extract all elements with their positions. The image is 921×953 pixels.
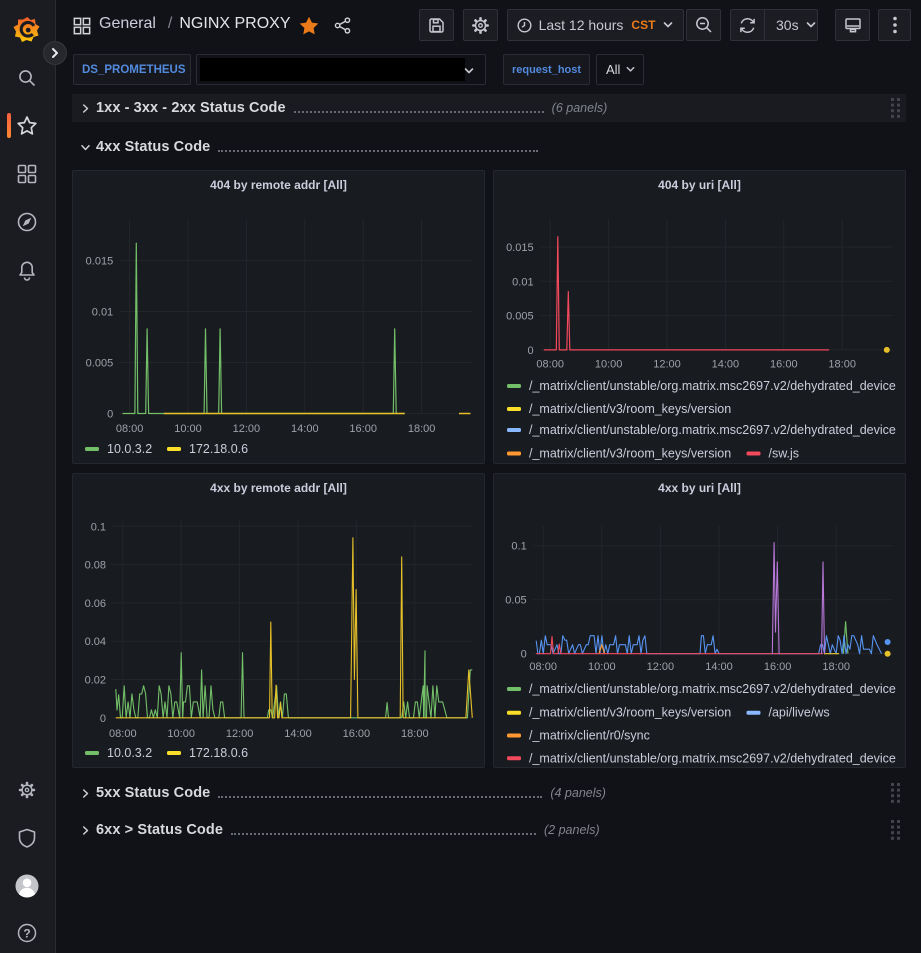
svg-text:172.18.0.6: 172.18.0.6	[189, 442, 248, 456]
svg-text:18:00: 18:00	[408, 423, 436, 435]
svg-text:0: 0	[521, 649, 527, 661]
svg-text:14:00: 14:00	[712, 359, 740, 371]
svg-text:0: 0	[100, 713, 106, 725]
svg-text:/_matrix/client/v3/room_keys/v: /_matrix/client/v3/room_keys/version	[529, 706, 731, 720]
svg-text:/_matrix/client/unstable/org.m: /_matrix/client/unstable/org.matrix.msc2…	[529, 682, 896, 696]
svg-text:/sw.js: /sw.js	[769, 447, 800, 461]
svg-text:0.015: 0.015	[506, 242, 534, 254]
svg-text:14:00: 14:00	[291, 423, 319, 435]
svg-text:172.18.0.6: 172.18.0.6	[189, 746, 248, 760]
svg-text:/api/live/ws: /api/live/ws	[769, 706, 830, 720]
svg-text:0.05: 0.05	[505, 595, 526, 607]
svg-text:10.0.3.2: 10.0.3.2	[107, 746, 152, 760]
svg-text:10:00: 10:00	[174, 423, 202, 435]
svg-text:0.08: 0.08	[85, 560, 106, 572]
svg-text:0.04: 0.04	[85, 636, 106, 648]
svg-text:0.06: 0.06	[85, 598, 106, 610]
svg-text:10.0.3.2: 10.0.3.2	[107, 442, 152, 456]
svg-text:0.005: 0.005	[506, 311, 534, 323]
svg-text:0: 0	[527, 345, 533, 357]
svg-text:10:00: 10:00	[595, 359, 623, 371]
svg-text:18:00: 18:00	[401, 728, 429, 740]
svg-text:12:00: 12:00	[233, 423, 261, 435]
svg-text:10:00: 10:00	[588, 661, 616, 673]
svg-text:0.01: 0.01	[512, 276, 533, 288]
svg-text:12:00: 12:00	[653, 359, 681, 371]
svg-text:08:00: 08:00	[109, 728, 137, 740]
svg-text:0.1: 0.1	[91, 521, 106, 533]
svg-text:08:00: 08:00	[536, 359, 564, 371]
svg-text:14:00: 14:00	[705, 661, 733, 673]
svg-text:/_matrix/client/v3/room_keys/v: /_matrix/client/v3/room_keys/version	[529, 402, 731, 416]
svg-text:10:00: 10:00	[167, 728, 195, 740]
svg-text:0.01: 0.01	[92, 307, 113, 319]
svg-text:16:00: 16:00	[349, 423, 377, 435]
svg-text:16:00: 16:00	[343, 728, 371, 740]
svg-text:18:00: 18:00	[828, 359, 856, 371]
svg-text:?: ?	[23, 927, 30, 941]
svg-text:14:00: 14:00	[284, 728, 312, 740]
svg-text:/_matrix/client/unstable/org.m: /_matrix/client/unstable/org.matrix.msc2…	[529, 751, 896, 765]
svg-text:12:00: 12:00	[647, 661, 675, 673]
svg-text:16:00: 16:00	[770, 359, 798, 371]
svg-text:/_matrix/client/v3/room_keys/v: /_matrix/client/v3/room_keys/version	[529, 447, 731, 461]
svg-text:/_matrix/client/unstable/org.m: /_matrix/client/unstable/org.matrix.msc2…	[529, 379, 896, 393]
svg-text:08:00: 08:00	[116, 423, 144, 435]
svg-text:18:00: 18:00	[822, 661, 850, 673]
svg-text:0.1: 0.1	[511, 541, 526, 553]
svg-text:0.005: 0.005	[86, 358, 114, 370]
svg-text:0: 0	[107, 409, 113, 421]
svg-text:/_matrix/client/r0/sync: /_matrix/client/r0/sync	[529, 729, 650, 743]
svg-text:/_matrix/client/unstable/org.m: /_matrix/client/unstable/org.matrix.msc2…	[529, 423, 896, 437]
svg-text:0.02: 0.02	[85, 675, 106, 687]
svg-text:16:00: 16:00	[764, 661, 792, 673]
svg-text:0.015: 0.015	[86, 256, 114, 268]
svg-text:08:00: 08:00	[529, 661, 557, 673]
svg-text:12:00: 12:00	[226, 728, 254, 740]
